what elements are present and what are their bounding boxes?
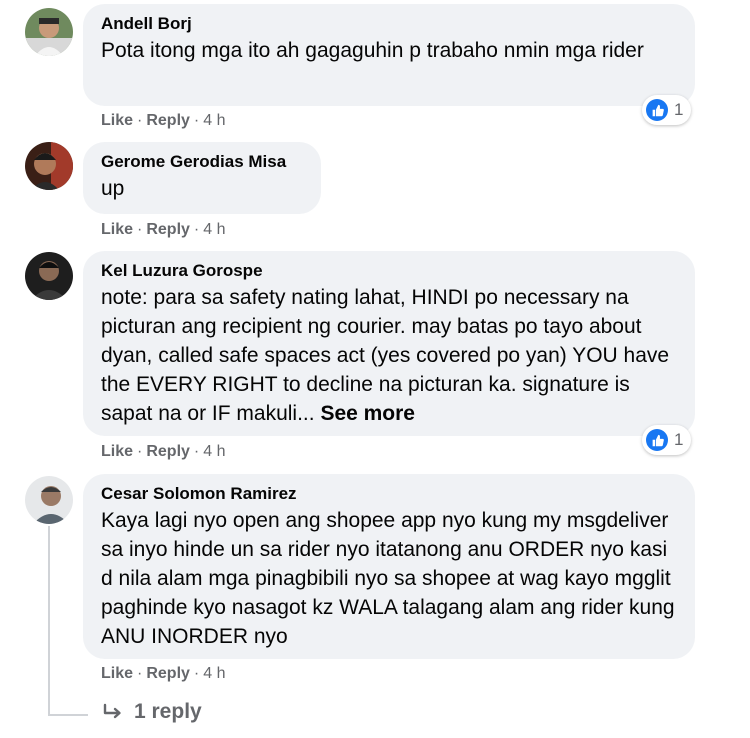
comment-actions: Like · Reply · 4 h <box>101 665 226 682</box>
commenter-name[interactable]: Gerome Gerodias Misa <box>101 150 303 174</box>
timestamp[interactable]: 4 h <box>203 221 225 238</box>
avatar[interactable] <box>25 476 73 524</box>
reply-button[interactable]: Reply <box>146 665 190 682</box>
commenter-name[interactable]: Cesar Solomon Ramirez <box>101 482 677 506</box>
comment-text: up <box>101 177 125 200</box>
comment-bubble: Kel Luzura Gorospe note: para sa safety … <box>83 251 695 436</box>
see-more-link[interactable]: See more <box>320 402 415 425</box>
timestamp[interactable]: 4 h <box>203 443 225 460</box>
commenter-name[interactable]: Kel Luzura Gorospe <box>101 259 677 283</box>
reaction-summary[interactable]: 1 <box>642 425 692 455</box>
timestamp[interactable]: 4 h <box>203 112 225 129</box>
comment-actions: Like · Reply · 4 h <box>101 221 226 238</box>
comment-text: Kaya lagi nyo open ang shopee app nyo ku… <box>101 509 675 648</box>
comment-bubble: Gerome Gerodias Misa up <box>83 142 321 214</box>
like-button[interactable]: Like <box>101 665 133 682</box>
reply-button[interactable]: Reply <box>146 112 190 129</box>
user-photo-icon <box>25 142 73 190</box>
user-photo-icon <box>25 8 73 56</box>
reaction-summary[interactable]: 1 <box>642 95 692 125</box>
avatar[interactable] <box>25 8 73 56</box>
user-photo-icon <box>25 476 73 524</box>
comment-text: Pota itong mga ito ah gagaguhin p trabah… <box>101 39 644 62</box>
like-button[interactable]: Like <box>101 443 133 460</box>
reaction-count: 1 <box>674 100 684 119</box>
avatar[interactable] <box>25 142 73 190</box>
comment-actions: Like · Reply · 4 h <box>101 112 226 129</box>
comment-text: note: para sa safety nating lahat, HINDI… <box>101 286 670 425</box>
commenter-name[interactable]: Andell Borj <box>101 12 677 36</box>
reaction-count: 1 <box>674 430 684 449</box>
thread-connector-horizontal <box>48 714 88 716</box>
reply-button[interactable]: Reply <box>146 221 190 238</box>
reply-button[interactable]: Reply <box>146 443 190 460</box>
replies-count-label: 1 reply <box>134 700 202 723</box>
comment-bubble: Andell Borj Pota itong mga ito ah gagagu… <box>83 4 695 106</box>
like-button[interactable]: Like <box>101 112 133 129</box>
like-reaction-icon <box>646 99 668 121</box>
user-photo-icon <box>25 252 73 300</box>
thread-connector-vertical <box>48 526 50 716</box>
avatar[interactable] <box>25 252 73 300</box>
like-button[interactable]: Like <box>101 221 133 238</box>
comment-actions: Like · Reply · 4 h <box>101 443 226 460</box>
reply-arrow-icon <box>103 703 121 719</box>
timestamp[interactable]: 4 h <box>203 665 225 682</box>
like-reaction-icon <box>646 429 668 451</box>
view-replies-link[interactable]: 1 reply <box>102 700 202 724</box>
comment-bubble: Cesar Solomon Ramirez Kaya lagi nyo open… <box>83 474 695 659</box>
